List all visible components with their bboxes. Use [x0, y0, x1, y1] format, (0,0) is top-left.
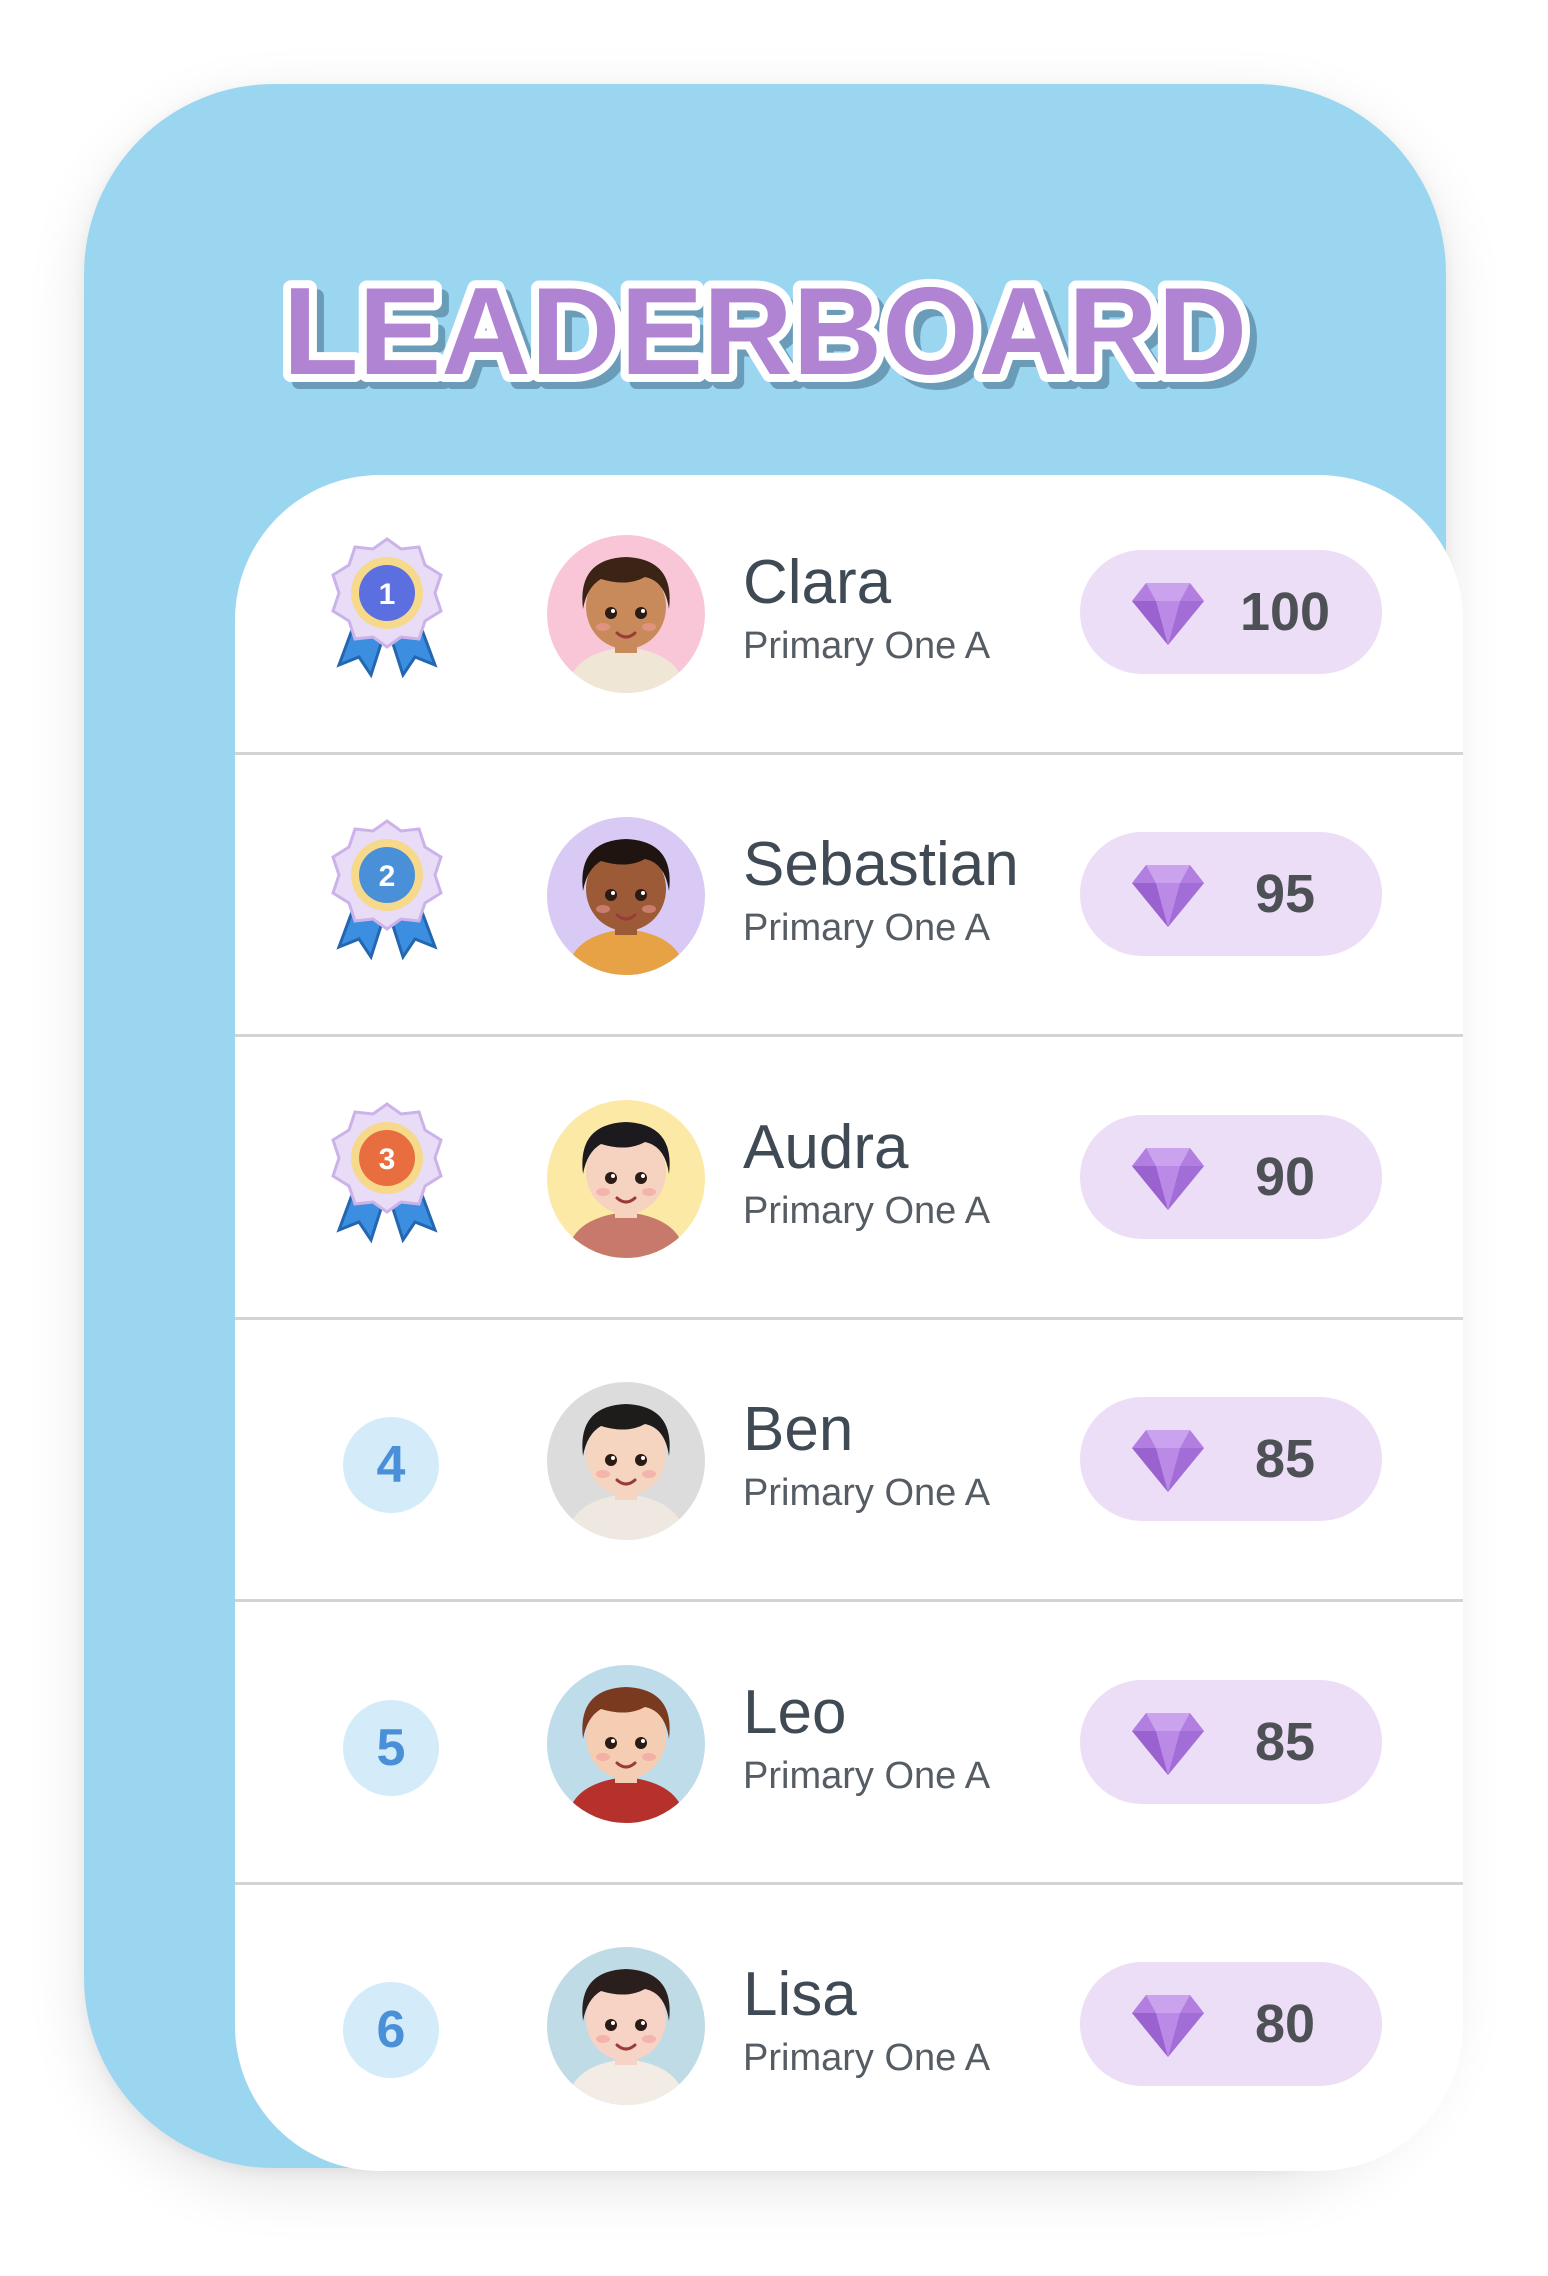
page-title: LEADERBOARD — [283, 263, 1247, 401]
leaderboard-row[interactable]: 2 Sebastian Primary One A 95 — [235, 757, 1463, 1037]
leaderboard-row[interactable]: 4 Ben Primary One A 85 — [235, 1322, 1463, 1602]
title-text-graphic: LEADERBOARD LEADERBOARD LEADERBOARD — [275, 255, 1262, 404]
leaderboard-list: 1 Clara Primary One A 100 2 Sebastian Pr… — [235, 475, 1463, 2171]
player-class: Primary One A — [743, 625, 991, 667]
score-value: 85 — [1254, 1429, 1316, 1489]
row-divider — [235, 1882, 1463, 1885]
gem-icon — [1132, 1430, 1204, 1492]
leaderboard-row[interactable]: 3 Audra Primary One A 90 — [235, 1040, 1463, 1320]
rank-number: 3 — [379, 1143, 396, 1176]
leaderboard-card: LEADERBOARD LEADERBOARD LEADERBOARD 1 Cl… — [84, 84, 1463, 2171]
avatar — [547, 817, 705, 975]
gem-icon — [1132, 865, 1204, 927]
avatar — [547, 1947, 705, 2105]
leaderboard-row[interactable]: 5 Leo Primary One A 85 — [235, 1605, 1463, 1885]
score-badge: 85 — [1080, 1397, 1382, 1521]
player-class: Primary One A — [743, 1190, 991, 1232]
avatar — [547, 535, 705, 693]
rank-number: 5 — [343, 1700, 439, 1796]
medal-ribbon-icon: 2 — [331, 819, 443, 961]
score-value: 80 — [1254, 1994, 1316, 2054]
score-value: 95 — [1254, 864, 1316, 924]
player-name: Ben — [743, 1395, 854, 1464]
row-divider — [235, 1317, 1463, 1320]
score-badge: 80 — [1080, 1962, 1382, 2086]
gem-icon — [1132, 1713, 1204, 1775]
gem-icon — [1132, 1995, 1204, 2057]
player-class: Primary One A — [743, 907, 991, 949]
score-value: 100 — [1239, 582, 1331, 642]
score-badge: 100 — [1080, 550, 1382, 674]
score-badge: 95 — [1080, 832, 1382, 956]
medal-ribbon-icon: 1 — [331, 537, 443, 679]
gem-icon — [1132, 583, 1204, 645]
score-value: 90 — [1254, 1147, 1316, 1207]
avatar-icon — [547, 1100, 705, 1258]
row-divider — [235, 1599, 1463, 1602]
avatar-icon — [547, 1665, 705, 1823]
player-name: Leo — [743, 1678, 847, 1747]
row-divider — [235, 752, 1463, 755]
player-class: Primary One A — [743, 2037, 991, 2079]
score-badge: 90 — [1080, 1115, 1382, 1239]
leaderboard-row[interactable]: 6 Lisa Primary One A 80 — [235, 1887, 1463, 2167]
avatar — [547, 1100, 705, 1258]
avatar — [547, 1665, 705, 1823]
rank-number: 6 — [343, 1982, 439, 2078]
leaderboard-row[interactable]: 1 Clara Primary One A 100 — [235, 475, 1463, 755]
medal-ribbon-icon: 3 — [331, 1102, 443, 1244]
avatar — [547, 1382, 705, 1540]
rank-number: 4 — [343, 1417, 439, 1513]
leaderboard-title: LEADERBOARD LEADERBOARD LEADERBOARD — [84, 254, 1446, 404]
player-class: Primary One A — [743, 1472, 991, 1514]
player-name: Clara — [743, 548, 892, 617]
gem-icon — [1132, 1148, 1204, 1210]
player-class: Primary One A — [743, 1755, 991, 1797]
row-divider — [235, 1034, 1463, 1037]
player-name: Lisa — [743, 1960, 857, 2029]
avatar-icon — [547, 1382, 705, 1540]
score-badge: 85 — [1080, 1680, 1382, 1804]
avatar-icon — [547, 1947, 705, 2105]
avatar-icon — [547, 817, 705, 975]
avatar-icon — [547, 535, 705, 693]
player-name: Sebastian — [743, 830, 1019, 899]
player-name: Audra — [743, 1113, 909, 1182]
score-value: 85 — [1254, 1712, 1316, 1772]
rank-number: 2 — [379, 860, 396, 893]
rank-number: 1 — [379, 578, 396, 611]
